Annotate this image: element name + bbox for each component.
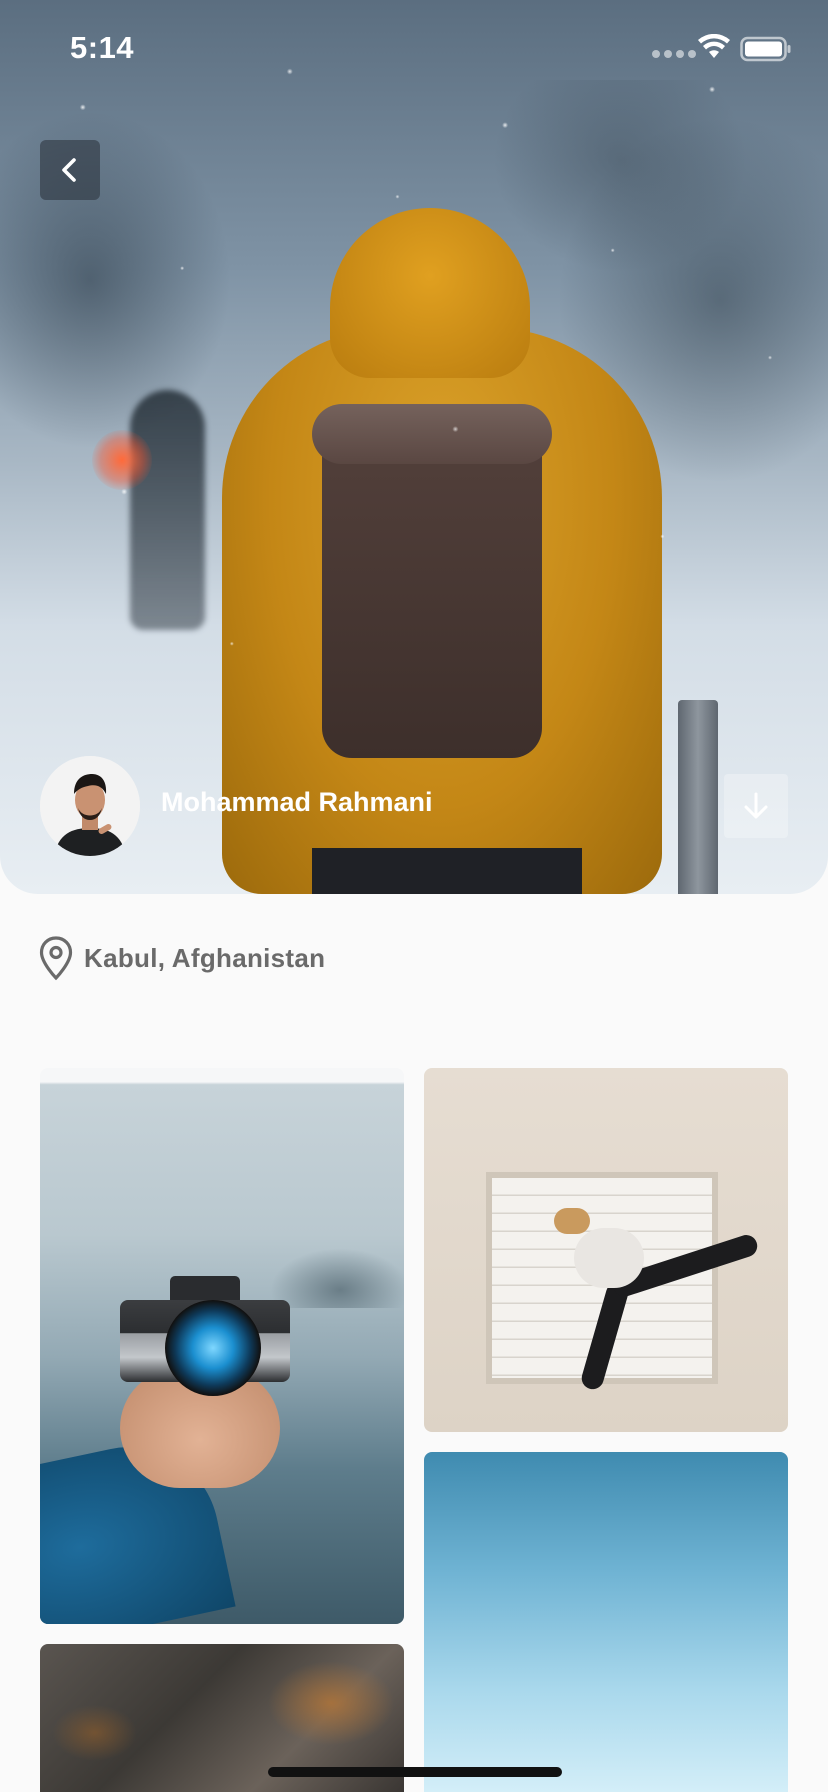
location-label: Kabul, Afghanistan xyxy=(84,942,326,973)
author-avatar[interactable] xyxy=(40,756,140,856)
battery-icon xyxy=(740,36,791,62)
download-button[interactable] xyxy=(724,774,788,838)
gallery-photo-wall-jump[interactable] xyxy=(424,1068,788,1432)
photo-detail-screen: 5:14 Mohammad Rahmani Kabul, Afghanistan xyxy=(0,0,828,1792)
back-button[interactable] xyxy=(40,140,100,200)
gallery-photo-camera[interactable] xyxy=(40,1068,404,1624)
hero-snowfall xyxy=(0,0,828,894)
status-time: 5:14 xyxy=(70,30,135,65)
wifi-icon xyxy=(698,34,730,58)
avatar-image xyxy=(40,756,140,856)
location-row: Kabul, Afghanistan xyxy=(38,934,325,982)
hero-photo xyxy=(0,0,828,894)
gallery-photo-sky[interactable] xyxy=(424,1452,788,1792)
status-bar: 5:14 xyxy=(0,0,828,100)
map-pin-icon xyxy=(39,936,73,981)
author-name[interactable]: Mohammad Rahmani xyxy=(161,787,433,818)
home-indicator[interactable] xyxy=(268,1767,562,1777)
signal-dots-icon xyxy=(652,50,696,58)
chevron-left-icon xyxy=(62,158,76,182)
arrow-down-icon xyxy=(744,792,768,819)
